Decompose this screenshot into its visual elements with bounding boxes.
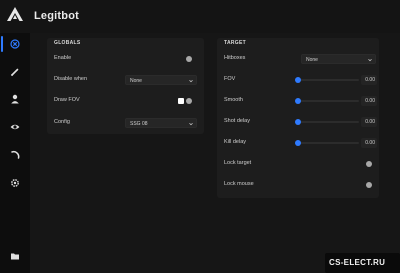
smooth-slider-track bbox=[295, 100, 359, 102]
config-value: SSG 08 bbox=[130, 120, 148, 127]
lock-mouse-label: Lock mouse bbox=[224, 181, 254, 187]
fov-slider-track bbox=[295, 79, 359, 81]
hitboxes-value: None bbox=[306, 56, 318, 63]
config-dropdown[interactable]: SSG 08 bbox=[125, 118, 197, 128]
smooth-row: Smooth 0.00 bbox=[217, 95, 379, 107]
enable-label: Enable bbox=[54, 55, 72, 61]
title-bar: Legitbot bbox=[0, 0, 400, 33]
shot-delay-slider-handle[interactable] bbox=[295, 119, 301, 125]
lock-mouse-row: Lock mouse bbox=[217, 179, 379, 191]
smooth-slider-handle[interactable] bbox=[295, 98, 301, 104]
site-watermark: CS-ELECT.RU bbox=[325, 253, 400, 273]
fov-slider-handle[interactable] bbox=[295, 77, 301, 83]
sidebar-item-legitbot[interactable] bbox=[0, 33, 30, 55]
user-icon bbox=[11, 94, 19, 104]
shot-delay-slider[interactable]: 0.00 bbox=[295, 117, 377, 127]
chevron-down-icon bbox=[189, 79, 193, 83]
sidebar bbox=[0, 33, 30, 273]
sidebar-item-esp[interactable] bbox=[0, 116, 30, 138]
disable-when-value: None bbox=[130, 77, 142, 84]
sidebar-item-settings[interactable] bbox=[0, 172, 30, 194]
kill-delay-slider-handle[interactable] bbox=[295, 140, 301, 146]
draw-fov-toggle[interactable] bbox=[186, 98, 192, 104]
config-row: Config SSG 08 bbox=[47, 117, 204, 129]
sidebar-item-configs[interactable] bbox=[0, 245, 30, 267]
fov-color-swatch[interactable] bbox=[178, 98, 184, 104]
main-content: GLOBALS Enable Disable when None Draw FO… bbox=[30, 33, 400, 273]
folder-icon bbox=[11, 253, 19, 260]
target-panel: TARGET Hitboxes None FOV 0.00 Smooth 0.0… bbox=[217, 38, 379, 198]
watermark-text: CS-ELECT.RU bbox=[329, 258, 386, 267]
draw-fov-label: Draw FOV bbox=[54, 97, 80, 103]
kill-delay-value[interactable]: 0.00 bbox=[361, 138, 377, 148]
hitboxes-row: Hitboxes None bbox=[217, 53, 379, 65]
shot-delay-row: Shot delay 0.00 bbox=[217, 116, 379, 128]
sidebar-item-players[interactable] bbox=[0, 88, 30, 110]
globals-title: GLOBALS bbox=[54, 40, 81, 46]
globals-panel: GLOBALS Enable Disable when None Draw FO… bbox=[47, 38, 204, 134]
chevron-down-icon bbox=[189, 122, 193, 126]
config-label: Config bbox=[54, 119, 70, 125]
enable-toggle[interactable] bbox=[186, 56, 192, 62]
hitboxes-label: Hitboxes bbox=[224, 55, 246, 61]
disable-when-label: Disable when bbox=[54, 76, 88, 82]
sidebar-item-visuals[interactable] bbox=[0, 61, 30, 83]
lock-target-toggle[interactable] bbox=[366, 161, 372, 167]
enable-row: Enable bbox=[47, 53, 204, 65]
loading-arc-icon bbox=[11, 150, 20, 159]
fov-row: FOV 0.00 bbox=[217, 74, 379, 86]
fov-slider[interactable]: 0.00 bbox=[295, 75, 377, 85]
disable-when-dropdown[interactable]: None bbox=[125, 75, 197, 85]
disable-when-row: Disable when None bbox=[47, 74, 204, 86]
chevron-down-icon bbox=[368, 58, 372, 62]
fov-value[interactable]: 0.00 bbox=[361, 75, 377, 85]
smooth-label: Smooth bbox=[224, 97, 243, 103]
draw-fov-row: Draw FOV bbox=[47, 95, 204, 107]
sidebar-item-misc[interactable] bbox=[0, 144, 30, 166]
smooth-slider[interactable]: 0.00 bbox=[295, 96, 377, 106]
crosshair-icon bbox=[10, 39, 20, 49]
hitboxes-dropdown[interactable]: None bbox=[301, 54, 376, 64]
gear-icon bbox=[11, 179, 19, 187]
shot-delay-slider-track bbox=[295, 121, 359, 123]
lock-target-label: Lock target bbox=[224, 160, 252, 166]
shot-delay-value[interactable]: 0.00 bbox=[361, 117, 377, 127]
lock-target-row: Lock target bbox=[217, 158, 379, 170]
fov-label: FOV bbox=[224, 76, 236, 82]
kill-delay-label: Kill delay bbox=[224, 139, 247, 145]
eye-icon bbox=[10, 124, 20, 130]
kill-delay-row: Kill delay 0.00 bbox=[217, 137, 379, 149]
shot-delay-label: Shot delay bbox=[224, 118, 250, 124]
kill-delay-slider-track bbox=[295, 142, 359, 144]
kill-delay-slider[interactable]: 0.00 bbox=[295, 138, 377, 148]
target-title: TARGET bbox=[224, 40, 246, 46]
smooth-value[interactable]: 0.00 bbox=[361, 96, 377, 106]
app-title: Legitbot bbox=[34, 10, 79, 22]
lock-mouse-toggle[interactable] bbox=[366, 182, 372, 188]
pencil-icon bbox=[10, 68, 19, 77]
app-logo-icon bbox=[7, 7, 23, 21]
